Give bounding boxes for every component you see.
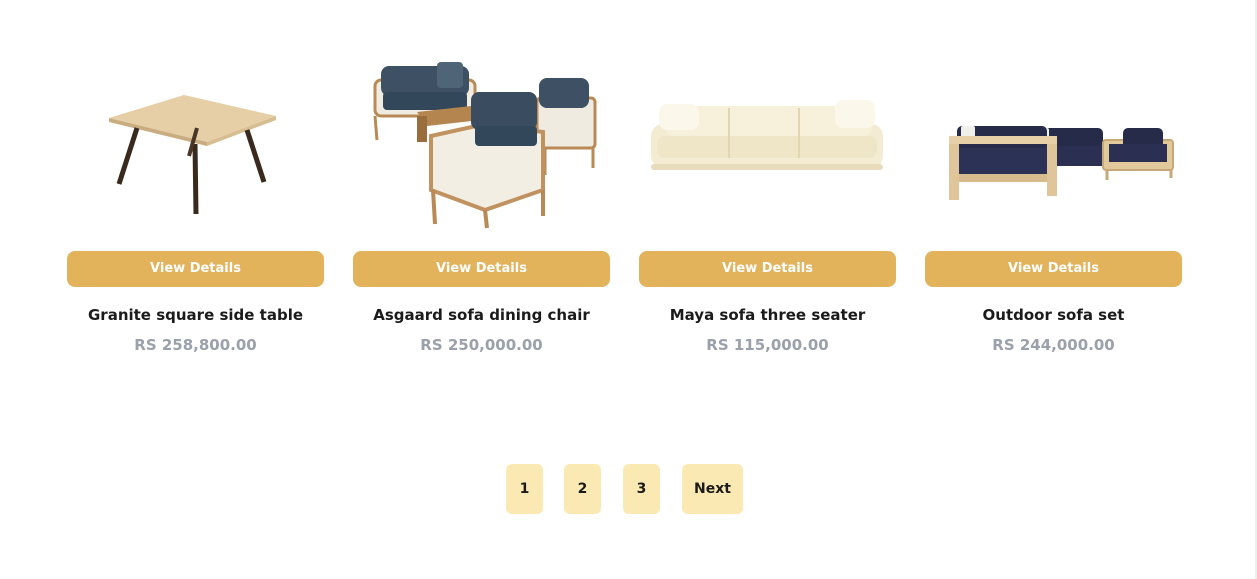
side-table-image[interactable] — [67, 40, 324, 240]
outdoor-sofa-set-image[interactable] — [925, 40, 1182, 240]
product-name: Outdoor sofa set — [982, 306, 1125, 324]
three-seater-sofa-image[interactable] — [639, 40, 896, 240]
product-price: RS 258,800.00 — [134, 336, 257, 354]
dining-chair-set-image[interactable] — [353, 40, 610, 240]
view-details-button[interactable]: View Details — [925, 251, 1182, 287]
view-details-button[interactable]: View Details — [353, 251, 610, 287]
page-button-2[interactable]: 2 — [564, 464, 601, 514]
product-card: View Details Maya sofa three seater RS 1… — [639, 40, 896, 360]
product-price: RS 250,000.00 — [420, 336, 543, 354]
product-card: View Details Outdoor sofa set RS 244,000… — [925, 40, 1182, 360]
product-name: Asgaard sofa dining chair — [373, 306, 590, 324]
page-button-1[interactable]: 1 — [506, 464, 543, 514]
view-details-button[interactable]: View Details — [639, 251, 896, 287]
product-name: Maya sofa three seater — [669, 306, 866, 324]
product-card: View Details Asgaard sofa dining chair R… — [353, 40, 610, 360]
view-details-button[interactable]: View Details — [67, 251, 324, 287]
page-button-3[interactable]: 3 — [623, 464, 660, 514]
product-price: RS 244,000.00 — [992, 336, 1115, 354]
product-price: RS 115,000.00 — [706, 336, 829, 354]
product-name: Granite square side table — [87, 306, 304, 324]
product-card: View Details Granite square side table R… — [67, 40, 324, 360]
product-grid-page: View Details Granite square side table R… — [0, 0, 1257, 579]
next-page-button[interactable]: Next — [682, 464, 743, 514]
